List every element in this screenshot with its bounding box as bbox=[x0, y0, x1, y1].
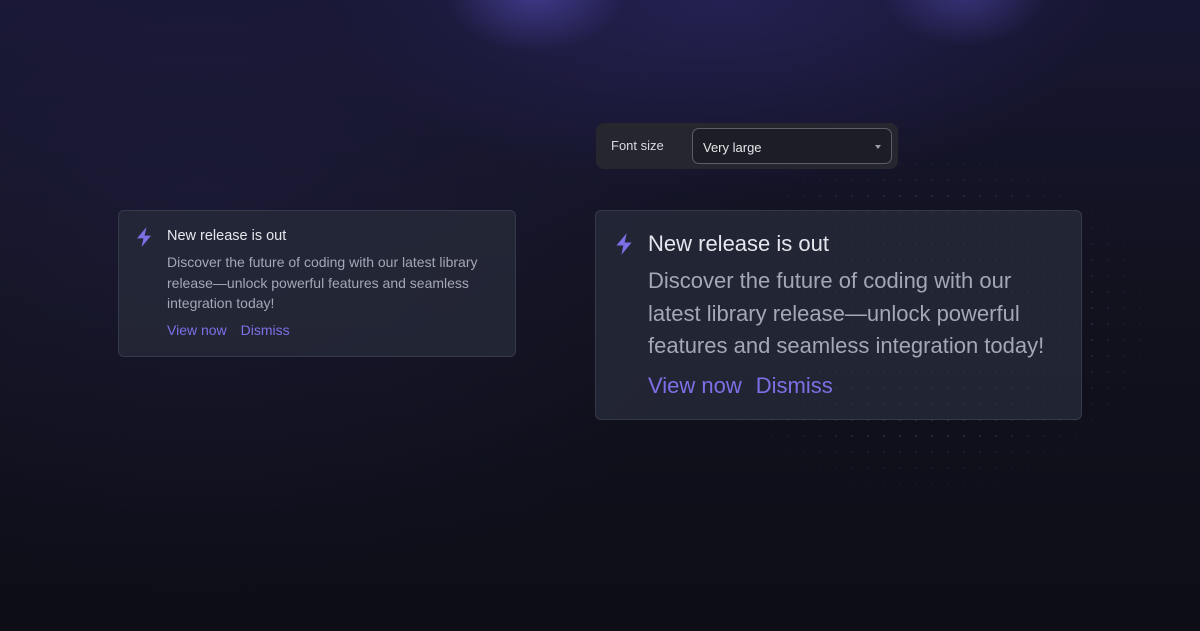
lightning-bolt-icon bbox=[134, 226, 154, 248]
callout-title: New release is out bbox=[167, 228, 287, 244]
lightning-bolt-icon bbox=[613, 232, 635, 256]
dismiss-link[interactable]: Dismiss bbox=[756, 373, 833, 399]
font-size-label: Font size bbox=[611, 138, 664, 153]
callout-actions: View now Dismiss bbox=[167, 322, 290, 338]
callout-description: Discover the future of coding with our l… bbox=[648, 268, 1045, 358]
callout-actions: View now Dismiss bbox=[648, 373, 833, 399]
font-size-control: Font size Very large bbox=[596, 123, 898, 169]
dismiss-link[interactable]: Dismiss bbox=[241, 322, 290, 338]
callout-title: New release is out bbox=[648, 231, 829, 256]
callout-description: Discover the future of coding with our l… bbox=[167, 254, 478, 311]
font-size-selected-value: Very large bbox=[703, 140, 762, 155]
callout-very-large: New release is out Discover the future o… bbox=[595, 210, 1082, 420]
font-size-select[interactable]: Very large bbox=[692, 128, 892, 164]
view-now-link[interactable]: View now bbox=[167, 322, 227, 338]
callout-default-size: New release is out Discover the future o… bbox=[118, 210, 516, 357]
view-now-link[interactable]: View now bbox=[648, 373, 742, 399]
chevron-down-icon bbox=[875, 145, 881, 149]
